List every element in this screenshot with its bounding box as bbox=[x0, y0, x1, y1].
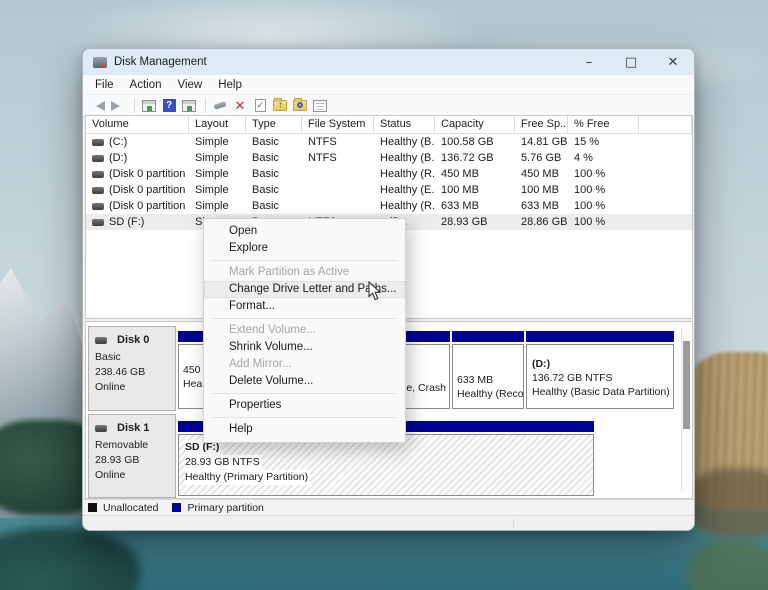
column-header-volume[interactable]: Volume bbox=[86, 116, 189, 134]
forward-icon[interactable] bbox=[109, 97, 127, 114]
volume-icon bbox=[92, 171, 104, 178]
partition-color-bar bbox=[526, 331, 674, 342]
pampas-grass-base bbox=[688, 468, 768, 538]
window-title: Disk Management bbox=[114, 56, 207, 68]
menu-item-properties[interactable]: Properties bbox=[204, 397, 405, 414]
menu-item-explore[interactable]: Explore bbox=[204, 240, 405, 257]
column-header-type[interactable]: Type bbox=[246, 116, 302, 134]
delete-icon[interactable]: ✕ bbox=[231, 97, 249, 114]
disk-icon bbox=[95, 425, 107, 432]
partition-disk0-d[interactable]: (D:) 136.72 GB NTFS Healthy (Basic Data … bbox=[526, 344, 674, 409]
legend-primary-label: Primary partition bbox=[187, 502, 263, 514]
folder-export-icon[interactable]: ↑ bbox=[271, 97, 289, 114]
volume-icon bbox=[92, 219, 104, 226]
toolbar: ? ✕ ↑ bbox=[83, 95, 694, 117]
app-icon bbox=[93, 57, 107, 68]
volume-table: Volume Layout Type File System Status Ca… bbox=[86, 116, 692, 230]
partition-disk0-recovery2[interactable]: 633 MB Healthy (Recov bbox=[452, 344, 524, 409]
column-header-pctfree[interactable]: % Free bbox=[568, 116, 639, 134]
maximize-button[interactable]: □ bbox=[610, 49, 652, 75]
help-icon[interactable]: ? bbox=[160, 97, 178, 114]
disk1-label[interactable]: Disk 1 Removable 28.93 GB Online bbox=[88, 414, 176, 498]
check-document-icon[interactable] bbox=[251, 97, 269, 114]
disk0-label[interactable]: Disk 0 Basic 238.46 GB Online bbox=[88, 326, 176, 411]
menu-item-add-mirror: Add Mirror... bbox=[204, 356, 405, 373]
menu-item-open[interactable]: Open bbox=[204, 223, 405, 240]
reeds bbox=[688, 540, 768, 590]
menu-item-extend-volume: Extend Volume... bbox=[204, 322, 405, 339]
folder-search-icon[interactable] bbox=[291, 97, 309, 114]
menu-separator bbox=[212, 417, 397, 418]
column-header-capacity[interactable]: Capacity bbox=[435, 116, 515, 134]
menu-item-shrink-volume[interactable]: Shrink Volume... bbox=[204, 339, 405, 356]
column-header-filesystem[interactable]: File System bbox=[302, 116, 374, 134]
toolbar-separator bbox=[205, 98, 206, 113]
partition-color-bar bbox=[452, 331, 524, 342]
column-header-freespace[interactable]: Free Sp... bbox=[515, 116, 568, 134]
volume-context-menu: Open Explore Mark Partition as Active Ch… bbox=[203, 218, 406, 443]
close-button[interactable]: ✕ bbox=[652, 49, 694, 75]
menu-separator bbox=[212, 393, 397, 394]
mouse-cursor bbox=[368, 281, 382, 301]
details-view-icon[interactable] bbox=[311, 97, 329, 114]
legend-primary-swatch bbox=[172, 503, 181, 512]
volume-icon bbox=[92, 139, 104, 146]
menu-item-delete-volume[interactable]: Delete Volume... bbox=[204, 373, 405, 390]
table-row[interactable]: (D:) bbox=[86, 150, 189, 166]
volume-icon bbox=[92, 155, 104, 162]
titlebar[interactable]: Disk Management – □ ✕ bbox=[83, 49, 694, 75]
shore-grass bbox=[0, 528, 140, 590]
legend-unallocated-swatch bbox=[88, 503, 97, 512]
pointer-tool-icon[interactable] bbox=[211, 97, 229, 114]
status-bar bbox=[83, 515, 694, 530]
volume-icon bbox=[92, 203, 104, 210]
menu-file[interactable]: File bbox=[87, 79, 122, 91]
menu-item-help[interactable]: Help bbox=[204, 421, 405, 438]
legend-bar: Unallocated Primary partition bbox=[83, 499, 694, 515]
menu-item-mark-partition-active: Mark Partition as Active bbox=[204, 264, 405, 281]
menu-bar: File Action View Help bbox=[83, 75, 694, 95]
console-window-icon[interactable] bbox=[140, 97, 158, 114]
menu-separator bbox=[212, 260, 397, 261]
column-header-filler bbox=[639, 116, 692, 134]
menu-view[interactable]: View bbox=[170, 79, 211, 91]
partition-disk1-sd-f[interactable]: SD (F:) 28.93 GB NTFS Healthy (Primary P… bbox=[178, 434, 594, 496]
column-header-status[interactable]: Status bbox=[374, 116, 435, 134]
table-row[interactable]: (Disk 0 partition 2) bbox=[86, 182, 189, 198]
scrollbar-thumb[interactable] bbox=[683, 341, 690, 429]
table-row[interactable]: (C:) bbox=[86, 134, 189, 150]
menu-action[interactable]: Action bbox=[122, 79, 170, 91]
toolbar-separator bbox=[134, 98, 135, 113]
vertical-scrollbar[interactable] bbox=[681, 328, 690, 492]
console-window-icon[interactable] bbox=[180, 97, 198, 114]
column-header-layout[interactable]: Layout bbox=[189, 116, 246, 134]
disk-icon bbox=[95, 337, 107, 344]
status-bar-divider bbox=[513, 519, 514, 527]
menu-separator bbox=[212, 318, 397, 319]
menu-help[interactable]: Help bbox=[210, 79, 250, 91]
minimize-button[interactable]: – bbox=[568, 49, 610, 75]
table-row[interactable]: (Disk 0 partition 1) bbox=[86, 166, 189, 182]
legend-unallocated-label: Unallocated bbox=[103, 502, 158, 514]
volume-icon bbox=[92, 187, 104, 194]
table-row[interactable]: (Disk 0 partition 5) bbox=[86, 198, 189, 214]
back-icon[interactable] bbox=[89, 97, 107, 114]
